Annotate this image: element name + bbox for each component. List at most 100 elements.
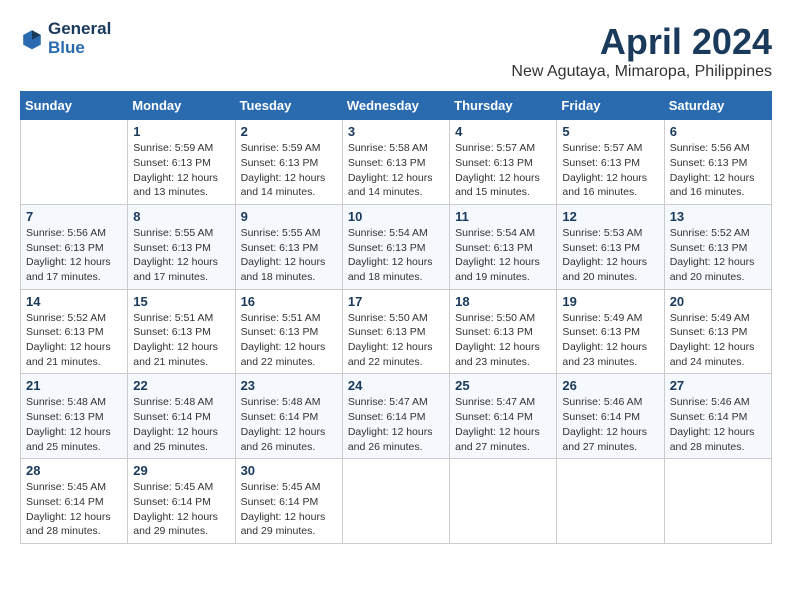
calendar: SundayMondayTuesdayWednesdayThursdayFrid… [20,91,772,544]
day-info: Sunrise: 5:49 AM Sunset: 6:13 PM Dayligh… [670,311,766,370]
calendar-cell: 23 Sunrise: 5:48 AM Sunset: 6:14 PM Dayli… [235,374,342,459]
calendar-cell: 24Sunrise: 5:47 AM Sunset: 6:14 PM Dayli… [342,374,449,459]
calendar-cell: 12Sunrise: 5:53 AM Sunset: 6:13 PM Dayli… [557,204,664,289]
day-info: Sunrise: 5:59 AM Sunset: 6:13 PM Dayligh… [241,141,337,200]
calendar-cell: 25 Sunrise: 5:47 AM Sunset: 6:14 PM Dayli… [450,374,557,459]
calendar-cell: 14Sunrise: 5:52 AM Sunset: 6:13 PM Dayli… [21,289,128,374]
calendar-cell: 3 Sunrise: 5:58 AM Sunset: 6:13 PM Daylig… [342,120,449,205]
day-number: 11 [455,209,551,224]
day-info: Sunrise: 5:49 AM Sunset: 6:13 PM Dayligh… [562,311,658,370]
day-info: Sunrise: 5:54 AM Sunset: 6:13 PM Dayligh… [348,226,444,285]
day-info: Sunrise: 5:56 AM Sunset: 6:13 PM Dayligh… [26,226,122,285]
title-block: April 2024 New Agutaya, Mimaropa, Philip… [511,20,772,81]
calendar-cell [557,459,664,544]
calendar-week-row: 1 Sunrise: 5:59 AM Sunset: 6:13 PM Daylig… [21,120,772,205]
calendar-cell: 29 Sunrise: 5:45 AM Sunset: 6:14 PM Dayli… [128,459,235,544]
calendar-header-row: SundayMondayTuesdayWednesdayThursdayFrid… [21,92,772,120]
day-number: 22 [133,378,229,393]
day-number: 7 [26,209,122,224]
calendar-cell: 28 Sunrise: 5:45 AM Sunset: 6:14 PM Dayli… [21,459,128,544]
day-info: Sunrise: 5:55 AM Sunset: 6:13 PM Dayligh… [133,226,229,285]
calendar-cell: 20 Sunrise: 5:49 AM Sunset: 6:13 PM Dayli… [664,289,771,374]
calendar-cell: 6 Sunrise: 5:56 AM Sunset: 6:13 PM Daylig… [664,120,771,205]
column-header-monday: Monday [128,92,235,120]
calendar-cell: 4Sunrise: 5:57 AM Sunset: 6:13 PM Daylig… [450,120,557,205]
day-number: 17 [348,294,444,309]
day-number: 21 [26,378,122,393]
column-header-friday: Friday [557,92,664,120]
day-info: Sunrise: 5:53 AM Sunset: 6:13 PM Dayligh… [562,226,658,285]
day-info: Sunrise: 5:46 AM Sunset: 6:14 PM Dayligh… [562,395,658,454]
calendar-cell: 11Sunrise: 5:54 AM Sunset: 6:13 PM Dayli… [450,204,557,289]
calendar-cell: 5 Sunrise: 5:57 AM Sunset: 6:13 PM Daylig… [557,120,664,205]
day-info: Sunrise: 5:52 AM Sunset: 6:13 PM Dayligh… [26,311,122,370]
calendar-cell: 15 Sunrise: 5:51 AM Sunset: 6:13 PM Dayli… [128,289,235,374]
day-number: 20 [670,294,766,309]
day-number: 23 [241,378,337,393]
day-info: Sunrise: 5:47 AM Sunset: 6:14 PM Dayligh… [455,395,551,454]
calendar-cell: 19 Sunrise: 5:49 AM Sunset: 6:13 PM Dayli… [557,289,664,374]
day-number: 25 [455,378,551,393]
column-header-sunday: Sunday [21,92,128,120]
calendar-cell [342,459,449,544]
calendar-week-row: 7 Sunrise: 5:56 AM Sunset: 6:13 PM Daylig… [21,204,772,289]
day-number: 1 [133,124,229,139]
calendar-cell: 27 Sunrise: 5:46 AM Sunset: 6:14 PM Dayli… [664,374,771,459]
day-number: 19 [562,294,658,309]
calendar-cell [21,120,128,205]
day-info: Sunrise: 5:58 AM Sunset: 6:13 PM Dayligh… [348,141,444,200]
column-header-saturday: Saturday [664,92,771,120]
day-info: Sunrise: 5:46 AM Sunset: 6:14 PM Dayligh… [670,395,766,454]
day-info: Sunrise: 5:45 AM Sunset: 6:14 PM Dayligh… [133,480,229,539]
column-header-thursday: Thursday [450,92,557,120]
calendar-cell [450,459,557,544]
day-info: Sunrise: 5:50 AM Sunset: 6:13 PM Dayligh… [455,311,551,370]
day-number: 28 [26,463,122,478]
day-number: 27 [670,378,766,393]
day-number: 2 [241,124,337,139]
logo: General Blue [20,20,111,57]
day-number: 13 [670,209,766,224]
calendar-cell [664,459,771,544]
day-number: 29 [133,463,229,478]
day-info: Sunrise: 5:45 AM Sunset: 6:14 PM Dayligh… [241,480,337,539]
day-number: 15 [133,294,229,309]
calendar-week-row: 14Sunrise: 5:52 AM Sunset: 6:13 PM Dayli… [21,289,772,374]
calendar-cell: 10Sunrise: 5:54 AM Sunset: 6:13 PM Dayli… [342,204,449,289]
day-info: Sunrise: 5:50 AM Sunset: 6:13 PM Dayligh… [348,311,444,370]
calendar-cell: 18 Sunrise: 5:50 AM Sunset: 6:13 PM Dayli… [450,289,557,374]
day-number: 8 [133,209,229,224]
calendar-week-row: 28 Sunrise: 5:45 AM Sunset: 6:14 PM Dayli… [21,459,772,544]
day-info: Sunrise: 5:56 AM Sunset: 6:13 PM Dayligh… [670,141,766,200]
day-number: 5 [562,124,658,139]
day-info: Sunrise: 5:55 AM Sunset: 6:13 PM Dayligh… [241,226,337,285]
calendar-week-row: 21 Sunrise: 5:48 AM Sunset: 6:13 PM Dayli… [21,374,772,459]
calendar-cell: 9Sunrise: 5:55 AM Sunset: 6:13 PM Daylig… [235,204,342,289]
day-number: 30 [241,463,337,478]
month-title: April 2024 [511,20,772,63]
calendar-cell: 30 Sunrise: 5:45 AM Sunset: 6:14 PM Dayli… [235,459,342,544]
calendar-cell: 8 Sunrise: 5:55 AM Sunset: 6:13 PM Daylig… [128,204,235,289]
day-info: Sunrise: 5:48 AM Sunset: 6:13 PM Dayligh… [26,395,122,454]
calendar-cell: 13Sunrise: 5:52 AM Sunset: 6:13 PM Dayli… [664,204,771,289]
day-info: Sunrise: 5:48 AM Sunset: 6:14 PM Dayligh… [241,395,337,454]
day-number: 24 [348,378,444,393]
day-info: Sunrise: 5:48 AM Sunset: 6:14 PM Dayligh… [133,395,229,454]
column-header-tuesday: Tuesday [235,92,342,120]
day-info: Sunrise: 5:57 AM Sunset: 6:13 PM Dayligh… [562,141,658,200]
day-number: 26 [562,378,658,393]
column-header-wednesday: Wednesday [342,92,449,120]
day-number: 6 [670,124,766,139]
day-info: Sunrise: 5:51 AM Sunset: 6:13 PM Dayligh… [133,311,229,370]
day-number: 3 [348,124,444,139]
calendar-cell: 26 Sunrise: 5:46 AM Sunset: 6:14 PM Dayli… [557,374,664,459]
day-info: Sunrise: 5:59 AM Sunset: 6:13 PM Dayligh… [133,141,229,200]
calendar-cell: 1 Sunrise: 5:59 AM Sunset: 6:13 PM Daylig… [128,120,235,205]
day-info: Sunrise: 5:51 AM Sunset: 6:13 PM Dayligh… [241,311,337,370]
calendar-cell: 7 Sunrise: 5:56 AM Sunset: 6:13 PM Daylig… [21,204,128,289]
logo-icon [20,27,44,51]
day-number: 16 [241,294,337,309]
day-info: Sunrise: 5:45 AM Sunset: 6:14 PM Dayligh… [26,480,122,539]
day-number: 18 [455,294,551,309]
calendar-cell: 17 Sunrise: 5:50 AM Sunset: 6:13 PM Dayli… [342,289,449,374]
